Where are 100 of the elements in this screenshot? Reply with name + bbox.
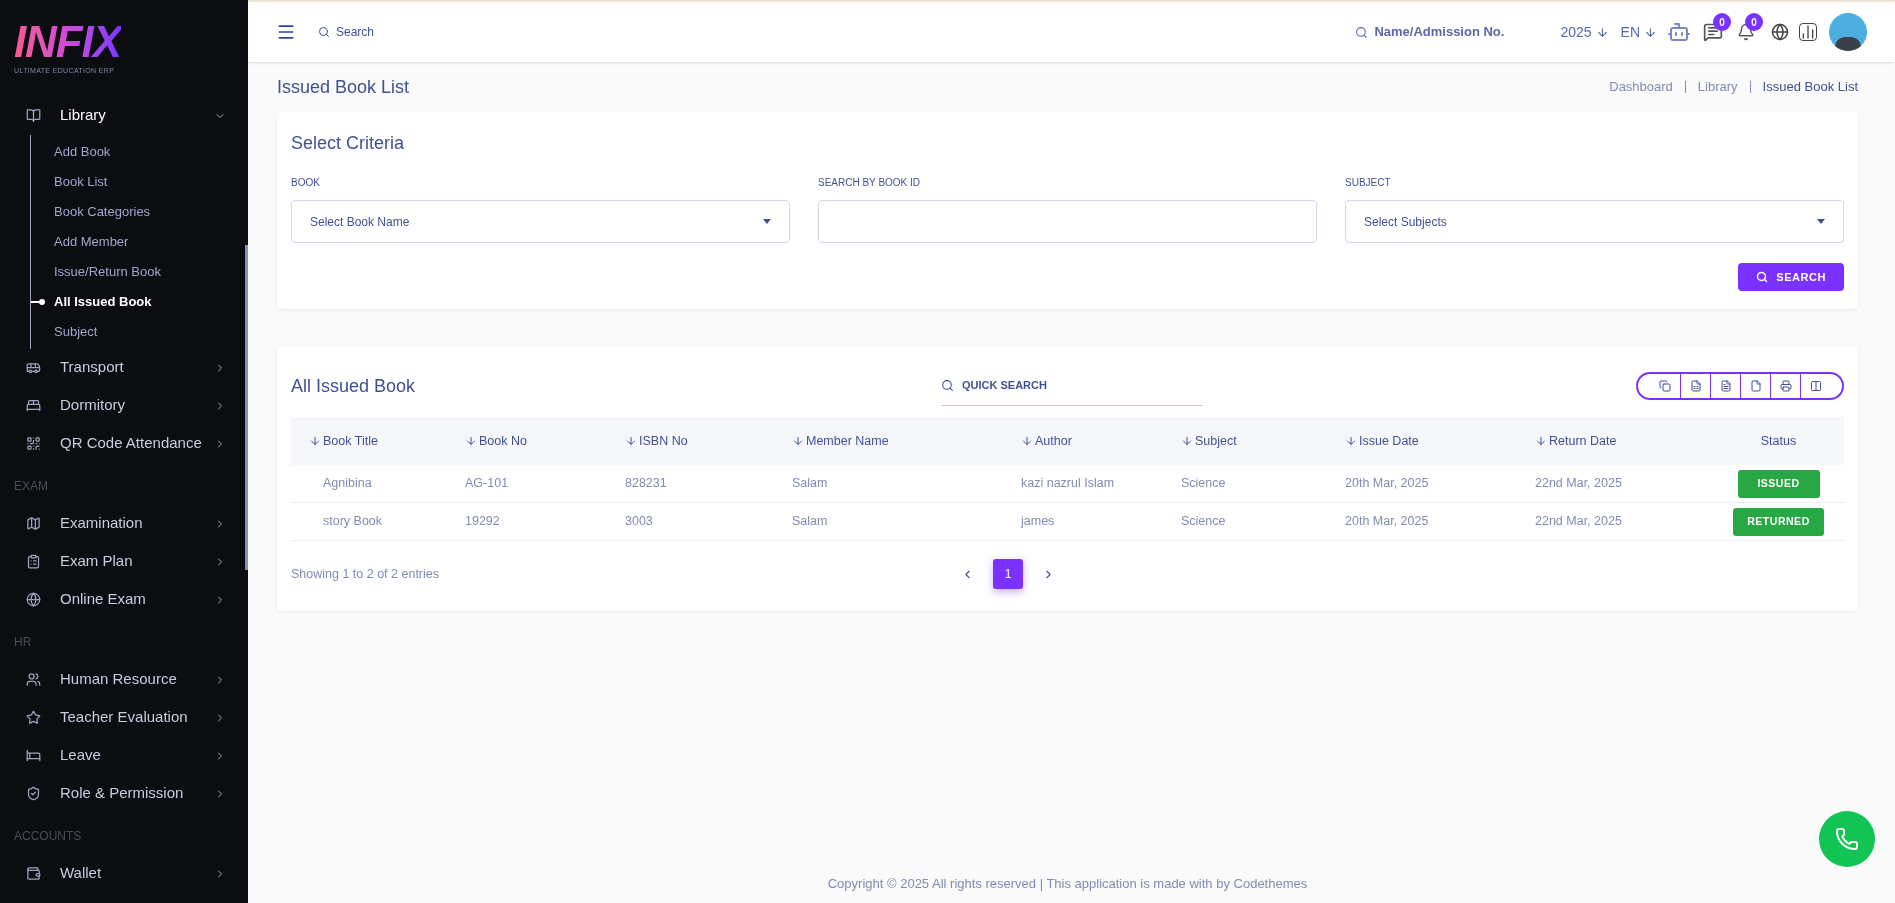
search-button[interactable]: SEARCH [1738,263,1844,291]
table-cell-text: 3003 [624,513,654,531]
table-cell-text: Salam [791,513,829,531]
users-icon [26,672,41,687]
search-icon [941,379,954,392]
table-cell-text: Salam [791,475,829,493]
chart-icon[interactable] [1799,23,1817,41]
table-cell-text: story Book [322,513,384,531]
sidebar-subitem[interactable]: Book List [54,171,108,192]
card-title: All Issued Book [291,374,417,398]
quick-search-field[interactable]: QUICK SEARCH [962,377,1162,394]
table-cell-text: AG-101 [464,475,510,493]
sort-arrow-icon [1535,435,1547,447]
sidebar-subitem[interactable]: Add Book [54,141,111,162]
column-header[interactable]: Book No [447,431,607,451]
sidebar-item[interactable]: Library [0,96,248,135]
student-search-field[interactable]: Name/Admission No. [1374,22,1515,42]
sort-arrow-icon [792,435,804,447]
year-dropdown[interactable]: 2025 [1560,21,1609,43]
columns-icon[interactable] [1809,380,1822,392]
sidebar-item[interactable]: Dormitory [0,386,248,425]
sort-arrow-icon [1181,435,1193,447]
notification-count-badge: 0 [1745,13,1763,31]
page-title: Issued Book List [277,75,411,99]
column-header[interactable]: Subject [1163,431,1327,451]
sidebar-subitem[interactable]: Add Member [54,231,129,252]
arrow-down-icon [1595,25,1609,39]
sort-arrow-icon [1345,435,1357,447]
table-cell-text: 20th Mar, 2025 [1344,475,1430,493]
card-title: Select Criteria [291,132,406,155]
bed-icon [26,748,41,763]
page-button[interactable]: 1 [993,559,1023,589]
file-icon[interactable] [1749,380,1762,392]
sidebar-subitem[interactable]: Subject [54,321,98,342]
column-header[interactable]: Book Title [291,431,447,451]
sort-arrow-icon [465,435,477,447]
user-avatar[interactable] [1829,13,1867,51]
bed-icon [26,398,41,413]
robot-icon[interactable] [1667,20,1691,44]
status-badge: RETURNED [1733,507,1824,536]
dropdown-caret-icon [1817,219,1825,224]
table-cell-text: kazi nazrul Islam [1020,475,1116,493]
table-cell-text: Agnibina [322,475,373,493]
map-icon [26,516,41,531]
table-cell-text: 828231 [624,475,668,493]
document-icon[interactable] [1719,380,1732,392]
search-icon [1756,271,1769,283]
message-count-badge: 0 [1713,13,1731,31]
footer-text: Copyright © 2025 All rights reserved | This application is made with by Codethemes [827,874,1308,893]
column-header[interactable]: Return Date [1517,431,1713,451]
sidebar-item[interactable]: Online Exam [0,580,248,619]
table-cell-text: 19292 [464,513,501,531]
sort-arrow-icon [625,435,637,447]
copy-icon[interactable] [1659,380,1671,392]
table-cell-text: 22nd Mar, 2025 [1534,475,1623,493]
column-header[interactable]: Member Name [774,431,1003,451]
shield-icon [26,786,41,801]
star-icon [26,710,41,725]
globe-icon [26,592,41,607]
sidebar-item[interactable]: Leave [0,736,248,775]
scrollbar-thumb[interactable] [245,245,248,570]
column-header[interactable]: Status [1713,431,1844,451]
sidebar-item[interactable]: Teacher Evaluation [0,698,248,737]
wallet-icon [26,866,41,881]
sidebar-item[interactable]: Transport [0,348,248,387]
search-field[interactable]: Search [336,23,456,41]
arrow-down-icon [1644,25,1657,39]
spreadsheet-icon[interactable] [1689,380,1702,392]
subject-select[interactable]: Select Subjects [1345,200,1844,243]
sidebar-section-label: HR [13,633,33,651]
sidebar-item[interactable]: Role & Permission [0,774,248,813]
sidebar-section-label: EXAM [13,477,49,495]
dropdown-caret-icon [763,219,771,224]
table-cell-text: james [1019,513,1056,531]
print-icon[interactable] [1779,380,1792,392]
phone-icon [1835,827,1859,851]
column-header[interactable]: ISBN No [607,431,774,451]
table-cell-text: 22nd Mar, 2025 [1534,513,1623,531]
book-select[interactable]: Select Book Name [291,200,790,243]
book-id-field[interactable] [818,200,1317,243]
field-label: SEARCH BY BOOK ID [818,176,922,190]
status-badge: ISSUED [1737,469,1820,498]
sidebar-subitem[interactable]: Book Categories [54,201,151,222]
sidebar-item[interactable]: Examination [0,504,248,543]
globe-icon[interactable] [1771,23,1789,41]
sidebar-subitem[interactable]: Issue/Return Book [54,261,161,282]
sidebar-item[interactable]: QR Code Attendance [0,424,248,463]
sidebar-item[interactable]: Wallet [0,854,248,893]
column-header[interactable]: Author [1003,431,1163,451]
field-label: BOOK [291,176,321,190]
sidebar-item[interactable]: Human Resource [0,660,248,699]
sidebar-subitem[interactable]: All Issued Book [54,291,152,312]
field-label: SUBJECT [1345,176,1392,190]
sidebar-item[interactable]: Exam Plan [0,542,248,581]
search-icon [318,26,330,38]
sidebar-section-label: ACCOUNTS [13,827,83,845]
menu-icon[interactable] [276,22,296,42]
language-dropdown[interactable]: EN [1620,21,1657,43]
search-icon [1355,25,1369,39]
column-header[interactable]: Issue Date [1327,431,1517,451]
